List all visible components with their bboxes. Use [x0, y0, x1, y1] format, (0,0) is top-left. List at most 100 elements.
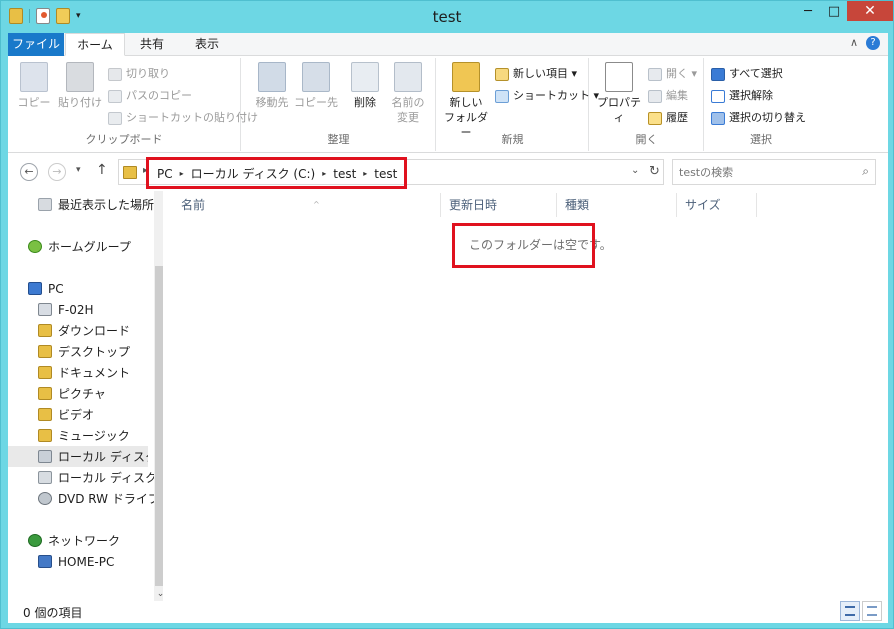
ribbon: コピー 貼り付け 切り取り パスのコピー ショートカットの貼り付け クリップボー…	[8, 56, 888, 153]
copy-to-label: コピー先	[294, 96, 338, 109]
nav-item-network[interactable]: ネットワーク	[28, 530, 168, 551]
nav-item-label: ホームグループ	[48, 240, 131, 254]
paste-label: 貼り付け	[58, 96, 102, 109]
column-header-modified[interactable]: 更新日時	[441, 193, 557, 217]
column-header-name[interactable]: 名前 ^	[173, 193, 441, 217]
copy-button[interactable]: コピー	[16, 62, 52, 110]
rename-icon	[394, 62, 422, 92]
nav-item-label: ピクチャ	[58, 387, 106, 401]
search-box[interactable]: ⌕	[672, 159, 876, 185]
copy-to-button[interactable]: コピー先	[294, 62, 338, 110]
details-view-button[interactable]	[840, 601, 860, 621]
column-header-size[interactable]: サイズ	[677, 193, 757, 217]
select-group-label: 選択	[750, 133, 772, 146]
scissors-icon	[108, 67, 122, 81]
documents-folder-icon	[38, 366, 52, 379]
open-group-label: 開く	[635, 133, 658, 146]
nav-item-label: F-02H	[58, 302, 94, 317]
select-none-label: 選択解除	[729, 89, 773, 102]
open-label: 開く ▾	[666, 67, 698, 80]
shortcut-icon	[495, 89, 509, 103]
phone-icon	[38, 303, 52, 316]
column-header-label: 名前	[181, 198, 206, 212]
new-item-button[interactable]: 新しい項目 ▾	[495, 66, 577, 82]
edit-label: 編集	[666, 89, 688, 102]
cut-button[interactable]: 切り取り	[108, 66, 170, 82]
pictures-folder-icon	[38, 387, 52, 400]
delete-label: 削除	[354, 96, 376, 109]
forward-button[interactable]: →	[48, 163, 66, 181]
paste-shortcut-button[interactable]: ショートカットの貼り付け	[108, 110, 258, 126]
large-icons-view-icon	[867, 606, 877, 616]
easy-access-label: ショートカット ▾	[513, 89, 600, 102]
status-bar: 0 個の項目	[8, 601, 888, 623]
copy-path-button[interactable]: パスのコピー	[108, 88, 192, 104]
search-input[interactable]	[679, 164, 849, 180]
recent-locations-icon[interactable]: ▾	[76, 165, 81, 175]
up-button[interactable]: ↑	[96, 162, 108, 178]
search-icon[interactable]: ⌕	[862, 164, 869, 179]
move-to-button[interactable]: 移動先	[252, 62, 292, 110]
nav-item-label: ネットワーク	[48, 534, 121, 548]
easy-access-button[interactable]: ショートカット ▾	[495, 88, 599, 104]
music-folder-icon	[38, 429, 52, 442]
collapse-ribbon-icon[interactable]: ∧	[850, 36, 858, 50]
copy-path-icon	[108, 89, 122, 103]
organize-group-label: 整理	[327, 133, 350, 146]
tab-share[interactable]: 共有	[128, 33, 176, 56]
help-icon[interactable]: ?	[866, 36, 880, 50]
column-header-label: 更新日時	[449, 198, 498, 212]
open-icon	[648, 67, 662, 81]
paste-button[interactable]: 貼り付け	[58, 62, 102, 110]
copy-icon	[20, 62, 48, 92]
tab-view[interactable]: 表示	[183, 33, 231, 56]
explorer-window: ▾ test ─ □ ✕ ファイル ホーム 共有 表示 ∧ ? コピー 貼り付け	[0, 0, 894, 629]
properties-button[interactable]: プロパティ	[594, 62, 644, 125]
select-none-button[interactable]: 選択解除	[711, 88, 773, 104]
new-item-label: 新しい項目 ▾	[513, 67, 578, 80]
history-button[interactable]: 履歴	[648, 110, 688, 126]
tab-home[interactable]: ホーム	[65, 33, 125, 56]
recent-places-icon	[38, 198, 52, 211]
paste-shortcut-icon	[108, 111, 122, 125]
address-dropdown-icon[interactable]: ⌄	[631, 165, 639, 176]
properties-label: プロパティ	[597, 96, 641, 124]
large-icons-view-button[interactable]	[862, 601, 882, 621]
nav-item-label: ミュージック	[58, 429, 130, 443]
nav-item-homegroup[interactable]: ホームグループ	[28, 236, 168, 257]
nav-item-label: デスクトップ	[58, 345, 131, 359]
tab-file[interactable]: ファイル	[8, 33, 64, 56]
nav-item-label: DVD RW ドライブ	[58, 492, 160, 506]
new-group: 新しい フォルダー 新しい項目 ▾ ショートカット ▾ 新規	[437, 58, 599, 151]
nav-item-label: ダウンロード	[58, 324, 131, 338]
nav-item-label: ローカル ディスク (	[58, 450, 148, 464]
delete-icon	[351, 62, 379, 92]
maximize-button[interactable]: □	[821, 1, 847, 21]
nav-item-pc[interactable]: PC	[28, 278, 168, 299]
homegroup-icon	[28, 240, 42, 253]
history-label: 履歴	[666, 111, 688, 124]
close-button[interactable]: ✕	[847, 1, 893, 21]
open-button[interactable]: 開く ▾	[648, 66, 697, 82]
new-group-label: 新規	[501, 133, 524, 146]
nav-item-label: 最近表示した場所	[58, 198, 155, 212]
nav-item-label: ビデオ	[58, 408, 95, 422]
desktop-folder-icon	[38, 345, 52, 358]
select-all-button[interactable]: すべて選択	[711, 66, 783, 82]
invert-selection-label: 選択の切り替え	[729, 111, 806, 124]
rename-label-line1: 名前の	[391, 96, 425, 109]
rename-button[interactable]: 名前の 変更	[388, 62, 428, 125]
back-button[interactable]: ←	[20, 163, 38, 181]
nav-item-local-disk-c[interactable]: ローカル ディスク (	[8, 446, 148, 467]
refresh-icon[interactable]: ↻	[649, 164, 660, 179]
navigation-pane: 最近表示した場所 ホームグループ PC F-02H ダウンロード デスクトップ …	[8, 191, 167, 601]
new-folder-button[interactable]: 新しい フォルダー	[441, 62, 491, 140]
column-header-type[interactable]: 種類	[557, 193, 677, 217]
minimize-button[interactable]: ─	[795, 1, 821, 21]
edit-button[interactable]: 編集	[648, 88, 688, 104]
pc-icon	[28, 282, 42, 295]
invert-selection-button[interactable]: 選択の切り替え	[711, 110, 806, 126]
select-group: すべて選択 選択解除 選択の切り替え 選択	[705, 58, 817, 151]
window-title: test	[432, 8, 462, 26]
delete-button[interactable]: 削除	[348, 62, 382, 110]
